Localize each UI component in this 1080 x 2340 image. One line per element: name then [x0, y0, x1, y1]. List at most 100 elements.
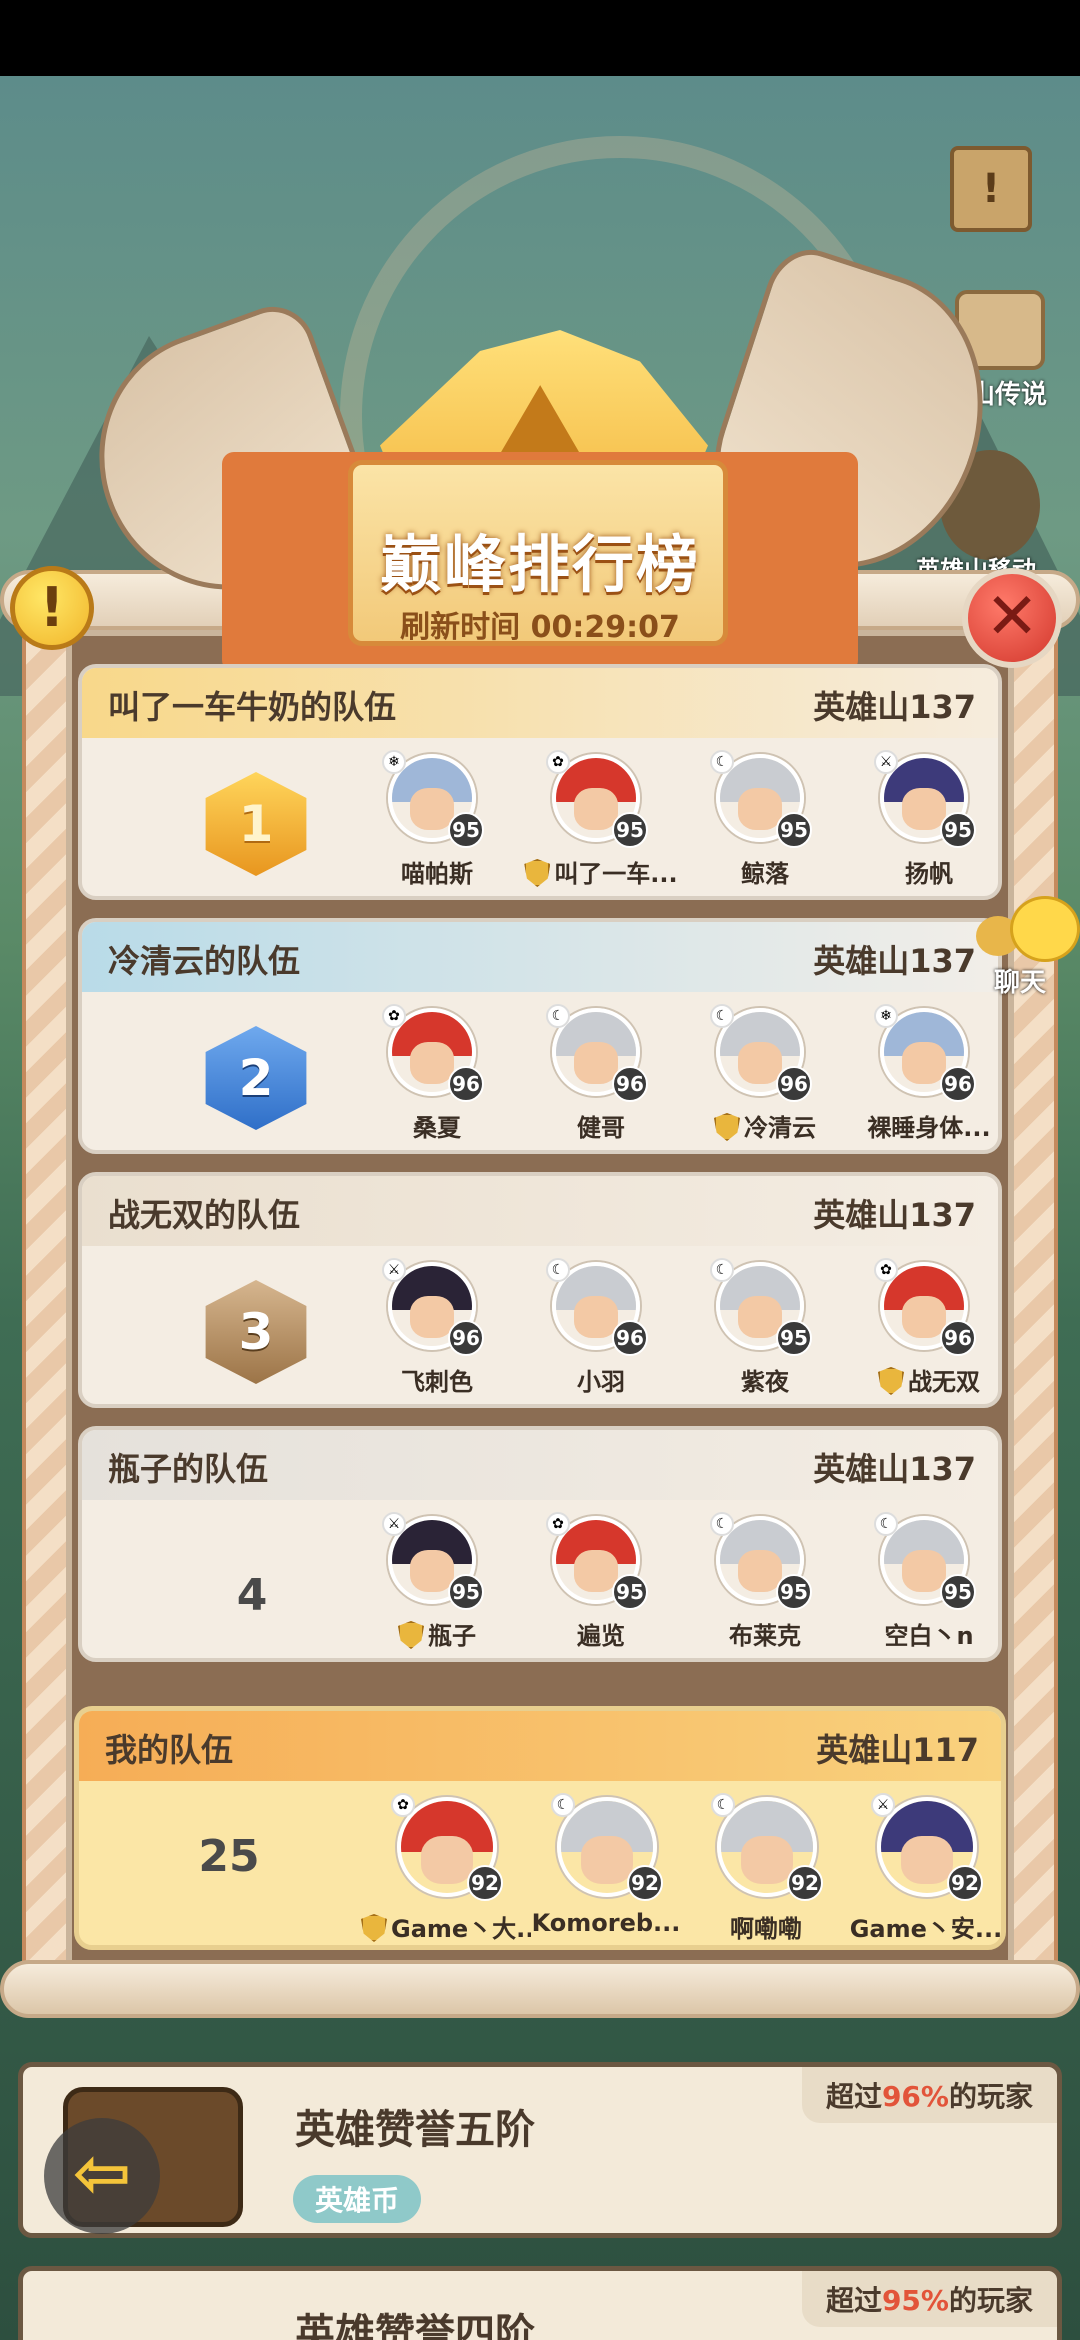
status-bar — [0, 0, 1080, 76]
frame-beam-bottom — [0, 1960, 1080, 2018]
hero-slot[interactable]: ⚔ 92 Game丶安... — [850, 1793, 1001, 1943]
element-icon: ⚔ — [382, 1512, 406, 1536]
my-team-card[interactable]: 我的队伍 英雄山117 25 ✿ 92 Game丶大... ☾ 92 Komor… — [74, 1706, 1006, 1950]
scroll-icon[interactable]: ! — [950, 146, 1032, 232]
info-button[interactable]: ! — [10, 566, 94, 650]
team-mountain: 英雄山137 — [813, 1450, 976, 1488]
hero-slot[interactable]: ☾ 95 空白丶n — [864, 1512, 998, 1656]
hero-slot[interactable]: ⚔ 95 扬帆 — [864, 750, 998, 894]
hero-level: 95 — [612, 1574, 648, 1610]
team-card[interactable]: 叫了一车牛奶的队伍 英雄山137 1 ❄ 95 喵帕斯 ✿ 95 叫了一车...… — [78, 664, 1002, 900]
hero-name: 冷清云 — [680, 1108, 850, 1143]
percentile-badge: 超过95%的玩家 — [801, 2271, 1057, 2327]
chat-label: 聊天 — [994, 968, 1047, 998]
hero-name: 鲸落 — [741, 860, 789, 888]
element-icon: ☾ — [546, 1258, 570, 1282]
hero-name: Komoreb... — [531, 1909, 681, 1937]
team-card[interactable]: 冷清云的队伍 英雄山137 2 ✿ 96 桑夏 ☾ 96 健哥 ☾ 96 冷清云… — [78, 918, 1002, 1154]
hero-slot[interactable]: ☾ 96 小羽 — [536, 1258, 686, 1402]
back-arrow-icon[interactable]: ⇦ — [44, 2118, 160, 2234]
hero-name: 小羽 — [577, 1368, 625, 1396]
captain-shield-icon — [398, 1621, 424, 1649]
element-icon: ☾ — [874, 1512, 898, 1536]
element-icon: ⚔ — [874, 750, 898, 774]
element-icon: ✿ — [382, 1004, 406, 1028]
hero-name: 空白丶n — [884, 1622, 974, 1650]
chat-face-icon — [1010, 896, 1080, 962]
element-icon: ⚔ — [871, 1793, 895, 1817]
hero-level: 92 — [467, 1865, 503, 1901]
page-title: 巅峰排行榜 — [379, 528, 700, 601]
hero-slot[interactable]: ❄ 95 喵帕斯 — [372, 750, 522, 894]
hero-slot[interactable]: ⚔ 95 瓶子 — [372, 1512, 522, 1656]
element-icon: ☾ — [551, 1793, 575, 1817]
element-icon: ✿ — [391, 1793, 415, 1817]
team-mountain: 英雄山137 — [813, 1196, 976, 1234]
hero-slot[interactable]: ☾ 92 Komoreb... — [532, 1793, 691, 1937]
hero-level: 92 — [947, 1865, 983, 1901]
element-icon: ⚔ — [382, 1258, 406, 1282]
hero-slot[interactable]: ✿ 92 Game丶大... — [361, 1793, 531, 1943]
team-mountain: 英雄山117 — [816, 1731, 979, 1769]
hero-name: 紫夜 — [741, 1368, 789, 1396]
captain-shield-icon — [524, 859, 551, 887]
hero-name: 遍览 — [577, 1622, 625, 1650]
achievement-item[interactable]: 英雄赞誉四阶 超过95%的玩家 — [18, 2266, 1062, 2340]
element-icon: ✿ — [546, 750, 570, 774]
hero-name: 布莱克 — [729, 1622, 801, 1650]
team-mountain: 英雄山137 — [813, 942, 976, 980]
hero-level: 92 — [627, 1865, 663, 1901]
hero-level: 96 — [612, 1320, 648, 1356]
hero-slot[interactable]: ✿ 96 桑夏 — [372, 1004, 522, 1148]
hero-level: 95 — [612, 812, 648, 848]
hero-level: 95 — [448, 812, 484, 848]
hero-slot[interactable]: ☾ 92 啊嘞嘞 — [701, 1793, 851, 1943]
team-card-header: 冷清云的队伍 英雄山137 — [82, 922, 998, 992]
hero-name: 瓶子 — [352, 1616, 522, 1651]
my-team-header: 我的队伍 英雄山117 — [79, 1711, 1001, 1781]
team-card[interactable]: 瓶子的队伍 英雄山137 4 ⚔ 95 瓶子 ✿ 95 遍览 ☾ 95 布莱克 … — [78, 1426, 1002, 1662]
hero-slot[interactable]: ☾ 96 健哥 — [536, 1004, 686, 1148]
team-name: 瓶子的队伍 — [108, 1450, 269, 1488]
hero-level: 92 — [787, 1865, 823, 1901]
element-icon: ☾ — [546, 1004, 570, 1028]
captain-shield-icon — [878, 1367, 904, 1395]
hero-level: 95 — [940, 812, 976, 848]
hero-level: 96 — [612, 1066, 648, 1102]
chat-button[interactable]: 聊天 — [976, 896, 1080, 1006]
hero-level: 96 — [940, 1066, 976, 1102]
achievement-item[interactable]: 英雄赞誉五阶 英雄币 超过96%的玩家 — [18, 2062, 1062, 2238]
hero-slot[interactable]: ☾ 95 布莱克 — [700, 1512, 850, 1656]
element-icon: ☾ — [711, 1793, 735, 1817]
my-rank-number: 25 — [198, 1831, 260, 1882]
hero-slot[interactable]: ✿ 95 叫了一车... — [524, 750, 686, 894]
hero-slot[interactable]: ❄ 96 裸睡身体... — [864, 1004, 998, 1148]
hero-name: 健哥 — [577, 1114, 625, 1142]
hero-name: 叫了一车... — [516, 854, 686, 889]
team-name: 战无双的队伍 — [108, 1196, 301, 1234]
close-button[interactable]: ✕ — [962, 568, 1062, 668]
refresh-timer: 刷新时间 00:29:07 — [400, 610, 680, 645]
team-name: 叫了一车牛奶的队伍 — [108, 688, 397, 726]
team-mountain: 英雄山137 — [813, 688, 976, 726]
hero-slot[interactable]: ✿ 96 战无双 — [864, 1258, 998, 1402]
hero-slot[interactable]: ☾ 95 紫夜 — [700, 1258, 850, 1402]
hero-slot[interactable]: ☾ 95 鲸落 — [700, 750, 850, 894]
hero-slot[interactable]: ⚔ 96 飞刺色 — [372, 1258, 522, 1402]
element-icon: ❄ — [382, 750, 406, 774]
title-banner: 巅峰排行榜 刷新时间 00:29:07 — [222, 452, 858, 672]
hero-level: 96 — [776, 1066, 812, 1102]
element-icon: ✿ — [546, 1512, 570, 1536]
hero-name: 裸睡身体... — [867, 1114, 991, 1142]
team-card-header: 瓶子的队伍 英雄山137 — [82, 1430, 998, 1500]
hero-level: 96 — [448, 1066, 484, 1102]
hero-level: 96 — [448, 1320, 484, 1356]
team-name: 冷清云的队伍 — [108, 942, 301, 980]
team-card-header: 叫了一车牛奶的队伍 英雄山137 — [82, 668, 998, 738]
achievement-title: 英雄赞誉五阶 — [295, 2107, 535, 2153]
hero-slot[interactable]: ✿ 95 遍览 — [536, 1512, 686, 1656]
hero-slot[interactable]: ☾ 96 冷清云 — [700, 1004, 850, 1148]
percentile-badge: 超过96%的玩家 — [801, 2067, 1057, 2123]
hero-name: 飞刺色 — [401, 1368, 473, 1396]
team-card[interactable]: 战无双的队伍 英雄山137 3 ⚔ 96 飞刺色 ☾ 96 小羽 ☾ 95 紫夜… — [78, 1172, 1002, 1408]
